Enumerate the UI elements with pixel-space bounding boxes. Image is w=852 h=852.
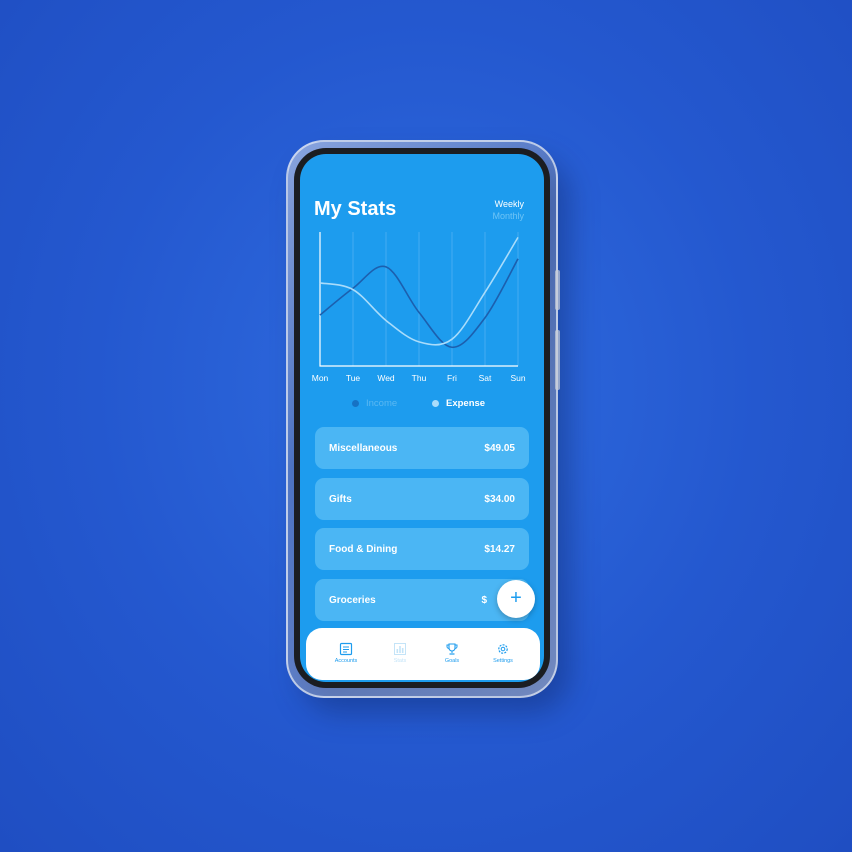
accounts-icon [339,642,353,656]
nav-accounts-label: Accounts [334,658,358,664]
category-amount: $49.05 [484,442,515,454]
nav-goals[interactable]: Goals [427,642,477,664]
category-amount: $ [481,594,487,606]
category-name: Food & Dining [329,543,398,555]
phone-side-button [555,330,560,390]
nav-accounts[interactable]: Accounts [321,642,371,664]
expense-dot-icon [432,400,439,407]
x-tick-label: Thu [412,373,427,383]
x-tick-label: Mon [312,373,329,383]
gear-icon [498,644,508,654]
nav-settings[interactable]: Settings [478,642,528,664]
bottom-nav: Accounts Stats Goals Settings [306,628,540,680]
x-tick-label: Tue [346,373,361,383]
category-amount: $14.27 [484,543,515,555]
trophy-icon [446,643,458,655]
legend-income-label: Income [366,398,398,409]
x-tick-label: Sun [510,373,525,383]
nav-stats-label: Stats [393,658,407,664]
category-card-miscellaneous[interactable]: Miscellaneous $49.05 [315,427,529,469]
period-weekly-option[interactable]: Weekly [495,199,524,209]
nav-stats[interactable]: Stats [375,642,425,664]
income-dot-icon [352,400,359,407]
category-card-gifts[interactable]: Gifts $34.00 [315,478,529,520]
x-tick-label: Wed [377,373,395,383]
legend-expense-label: Expense [446,398,486,409]
x-tick-label: Sat [479,373,492,383]
category-name: Groceries [329,594,376,606]
nav-goals-label: Goals [444,658,460,664]
stats-line-chart: Mon Tue Wed Thu Fri Sat Sun [312,232,526,383]
add-button[interactable]: + [497,580,535,618]
stats-icon [394,643,406,655]
category-name: Gifts [329,493,352,505]
period-monthly-option[interactable]: Monthly [492,211,524,221]
nav-settings-label: Settings [493,658,513,664]
phone-side-button [555,270,560,310]
category-name: Miscellaneous [329,442,398,454]
phone-screen: My Stats Weekly Monthly Mon Tue Wed Thu Fri S… [300,154,544,682]
category-card-food-dining[interactable]: Food & Dining $14.27 [315,528,529,570]
page-title: My Stats [314,198,397,220]
legend-income[interactable]: Income [352,398,397,409]
category-amount: $34.00 [484,493,515,505]
x-tick-label: Fri [447,373,457,383]
legend-expense[interactable]: Expense [432,398,485,409]
